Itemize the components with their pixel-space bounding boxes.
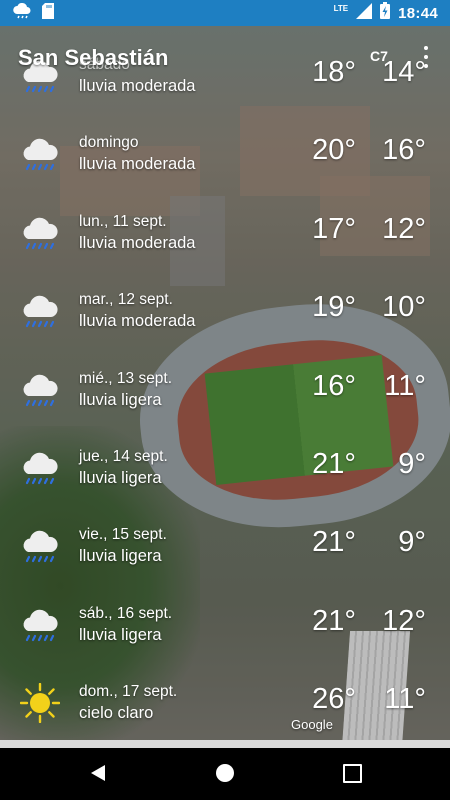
forecast-condition: lluvia moderada: [79, 77, 196, 95]
forecast-day: lun., 11 sept.: [79, 212, 167, 230]
back-icon[interactable]: [89, 764, 107, 787]
map-attribution: Google: [291, 717, 333, 732]
bottom-divider: [0, 740, 450, 748]
forecast-list[interactable]: sábado lluvia moderada 18° 14° domingo l…: [0, 34, 450, 740]
forecast-day: vie., 15 sept.: [79, 526, 167, 544]
battery-charging-icon: [380, 2, 391, 24]
rain-cloud-icon: [20, 213, 60, 253]
forecast-row[interactable]: mié., 13 sept. lluvia ligera 16° 11°: [0, 348, 450, 426]
location-code: C7: [370, 48, 388, 64]
rain-cloud-icon: [20, 291, 60, 331]
forecast-low: 12°: [382, 212, 426, 245]
rain-cloud-icon: [20, 448, 60, 488]
forecast-high: 21°: [312, 604, 356, 637]
sun-icon: [19, 682, 61, 724]
forecast-low: 10°: [382, 291, 426, 324]
forecast-condition: lluvia moderada: [79, 233, 196, 252]
forecast-high: 16°: [312, 369, 356, 402]
clock: 18:44: [398, 4, 438, 22]
forecast-condition: lluvia ligera: [79, 468, 162, 487]
overflow-menu-icon[interactable]: [418, 46, 434, 68]
forecast-high: 21°: [312, 526, 356, 559]
forecast-condition: lluvia moderada: [79, 312, 196, 331]
forecast-row[interactable]: dom., 17 sept. cielo claro 26° 11°: [0, 661, 450, 739]
forecast-condition: lluvia ligera: [79, 547, 162, 566]
forecast-condition: lluvia ligera: [79, 390, 162, 409]
forecast-high: 17°: [312, 212, 356, 245]
forecast-condition: lluvia ligera: [79, 625, 162, 644]
forecast-low: 12°: [382, 604, 426, 637]
forecast-day: mié., 13 sept.: [79, 369, 173, 387]
forecast-row[interactable]: jue., 14 sept. lluvia ligera 21° 9°: [0, 426, 450, 504]
forecast-day: jue., 14 sept.: [79, 447, 168, 465]
forecast-high: 19°: [312, 291, 356, 324]
forecast-row[interactable]: lun., 11 sept. lluvia moderada 17° 12°: [0, 191, 450, 269]
network-type: LTE: [333, 3, 349, 13]
forecast-day: dom., 17 sept.: [79, 683, 178, 701]
forecast-low: 11°: [384, 683, 426, 716]
forecast-row[interactable]: mar., 12 sept. lluvia moderada 19° 10°: [0, 269, 450, 347]
forecast-condition: cielo claro: [79, 704, 154, 723]
forecast-low: 16°: [382, 134, 426, 167]
rain-cloud-icon: [20, 134, 60, 174]
forecast-high: 18°: [312, 56, 356, 88]
forecast-low: 9°: [398, 447, 426, 480]
forecast-day: mar., 12 sept.: [79, 291, 173, 309]
rain-cloud-icon: [20, 370, 60, 410]
forecast-day: domingo: [79, 134, 139, 152]
forecast-row[interactable]: vie., 15 sept. lluvia ligera 21° 9°: [0, 504, 450, 582]
forecast-high: 21°: [312, 447, 356, 480]
forecast-high: 26°: [312, 683, 356, 716]
forecast-high: 20°: [312, 134, 356, 167]
recent-apps-icon[interactable]: [343, 764, 362, 783]
rain-cloud-icon: [20, 605, 60, 645]
forecast-day: sáb., 16 sept.: [79, 604, 173, 622]
signal-icon: [356, 2, 373, 24]
forecast-low: 11°: [384, 369, 426, 402]
city-title[interactable]: San Sebastián: [18, 45, 168, 71]
forecast-low: 9°: [398, 526, 426, 559]
status-bar: LTE 18:44: [0, 0, 450, 26]
navigation-bar: [0, 748, 450, 800]
forecast-row[interactable]: sáb., 16 sept. lluvia ligera 21° 12°: [0, 583, 450, 661]
sd-card-icon: [42, 2, 54, 24]
rain-cloud-icon: [20, 526, 60, 566]
cloud-notification-icon: [12, 2, 32, 24]
home-icon[interactable]: [216, 764, 234, 782]
forecast-row[interactable]: domingo lluvia moderada 20° 16°: [0, 112, 450, 190]
forecast-condition: lluvia moderada: [79, 155, 196, 174]
